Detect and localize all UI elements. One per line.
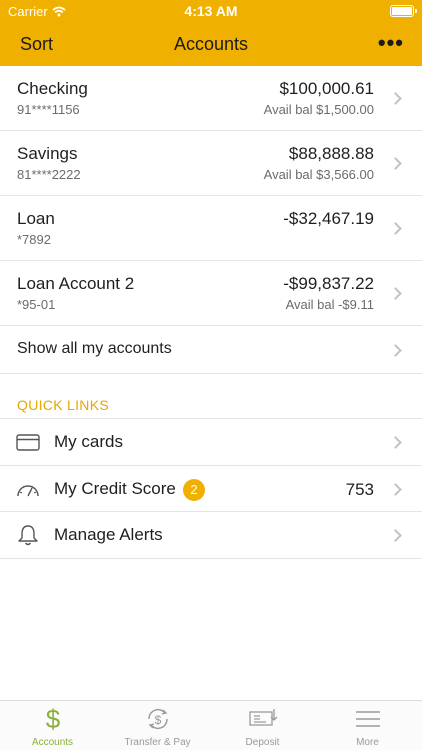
credit-score-value: 753 bbox=[345, 479, 374, 499]
quick-link-my-cards[interactable]: My cards bbox=[0, 419, 422, 466]
nav-bar: Sort Accounts ••• bbox=[0, 22, 422, 66]
bell-icon bbox=[18, 525, 38, 546]
account-name: Loan bbox=[17, 209, 55, 228]
card-icon bbox=[16, 434, 40, 451]
available-balance: Avail bal $3,566.00 bbox=[263, 167, 374, 182]
account-row-checking[interactable]: Checking 91****1156 $100,000.61 Avail ba… bbox=[0, 66, 422, 131]
account-name: Checking bbox=[17, 79, 88, 98]
account-row-loan-2[interactable]: Loan Account 2 *95-01 -$99,837.22 Avail … bbox=[0, 261, 422, 326]
quick-link-credit-score[interactable]: My Credit Score 2 753 bbox=[0, 466, 422, 512]
gauge-icon bbox=[17, 484, 39, 496]
available-balance: Avail bal -$9.11 bbox=[285, 297, 374, 312]
battery-icon bbox=[390, 5, 417, 17]
check-deposit-icon bbox=[248, 709, 277, 726]
tab-label: Accounts bbox=[31, 737, 74, 748]
svg-text:$: $ bbox=[45, 705, 60, 733]
chevron-right-icon bbox=[389, 436, 402, 449]
account-number: 81****2222 bbox=[17, 167, 81, 182]
tab-deposit[interactable]: Deposit bbox=[210, 701, 315, 750]
account-balance: -$99,837.22 bbox=[283, 274, 374, 293]
tab-label: Transfer & Pay bbox=[124, 737, 191, 748]
tab-accounts[interactable]: $ Accounts bbox=[0, 701, 105, 750]
menu-icon bbox=[355, 711, 380, 727]
quick-link-label: My Credit Score bbox=[54, 478, 176, 498]
account-balance: $100,000.61 bbox=[279, 79, 374, 98]
quick-links-header: QUICK LINKS bbox=[0, 392, 422, 419]
quick-link-label: My cards bbox=[54, 432, 123, 451]
account-name: Loan Account 2 bbox=[17, 274, 135, 293]
accounts-list: Checking 91****1156 $100,000.61 Avail ba… bbox=[0, 66, 422, 559]
account-row-loan[interactable]: Loan *7892 -$32,467.19 bbox=[0, 196, 422, 261]
show-all-accounts-link[interactable]: Show all my accounts bbox=[0, 326, 422, 374]
account-balance: -$32,467.19 bbox=[283, 209, 374, 228]
page-title: Accounts bbox=[173, 34, 249, 54]
notification-badge: 2 bbox=[183, 478, 205, 501]
quick-link-label: Manage Alerts bbox=[54, 525, 163, 544]
chevron-right-icon bbox=[389, 157, 402, 170]
clock: 4:13 AM bbox=[184, 3, 238, 19]
account-number: 91****1156 bbox=[17, 102, 80, 117]
available-balance: Avail bal $1,500.00 bbox=[263, 102, 374, 117]
chevron-right-icon bbox=[389, 222, 402, 235]
tab-transfer-pay[interactable]: $ Transfer & Pay bbox=[105, 701, 210, 750]
account-name: Savings bbox=[17, 144, 78, 163]
tab-bar: $ Accounts $ Transfer & Pay Deposit More bbox=[0, 700, 422, 750]
transfer-icon: $ bbox=[147, 709, 168, 729]
dollar-icon: $ bbox=[45, 705, 60, 733]
section-spacer bbox=[0, 374, 422, 392]
chevron-right-icon bbox=[389, 92, 402, 105]
chevron-right-icon bbox=[389, 482, 402, 496]
account-number: *7892 bbox=[17, 232, 51, 247]
quick-links-title: QUICK LINKS bbox=[17, 397, 109, 413]
more-options-icon[interactable]: ••• bbox=[378, 30, 404, 56]
tab-label: More bbox=[356, 737, 379, 748]
show-all-label: Show all my accounts bbox=[17, 340, 172, 357]
chevron-right-icon bbox=[389, 287, 402, 300]
chevron-right-icon bbox=[389, 344, 402, 357]
status-bar: Carrier 4:13 AM bbox=[0, 0, 422, 22]
account-number: *95-01 bbox=[17, 297, 56, 312]
tab-more[interactable]: More bbox=[315, 701, 420, 750]
tab-label: Deposit bbox=[245, 737, 280, 748]
svg-text:$: $ bbox=[154, 713, 161, 727]
chevron-right-icon bbox=[389, 529, 402, 542]
account-row-savings[interactable]: Savings 81****2222 $88,888.88 Avail bal … bbox=[0, 131, 422, 196]
quick-link-manage-alerts[interactable]: Manage Alerts bbox=[0, 512, 422, 559]
account-balance: $88,888.88 bbox=[288, 144, 374, 163]
